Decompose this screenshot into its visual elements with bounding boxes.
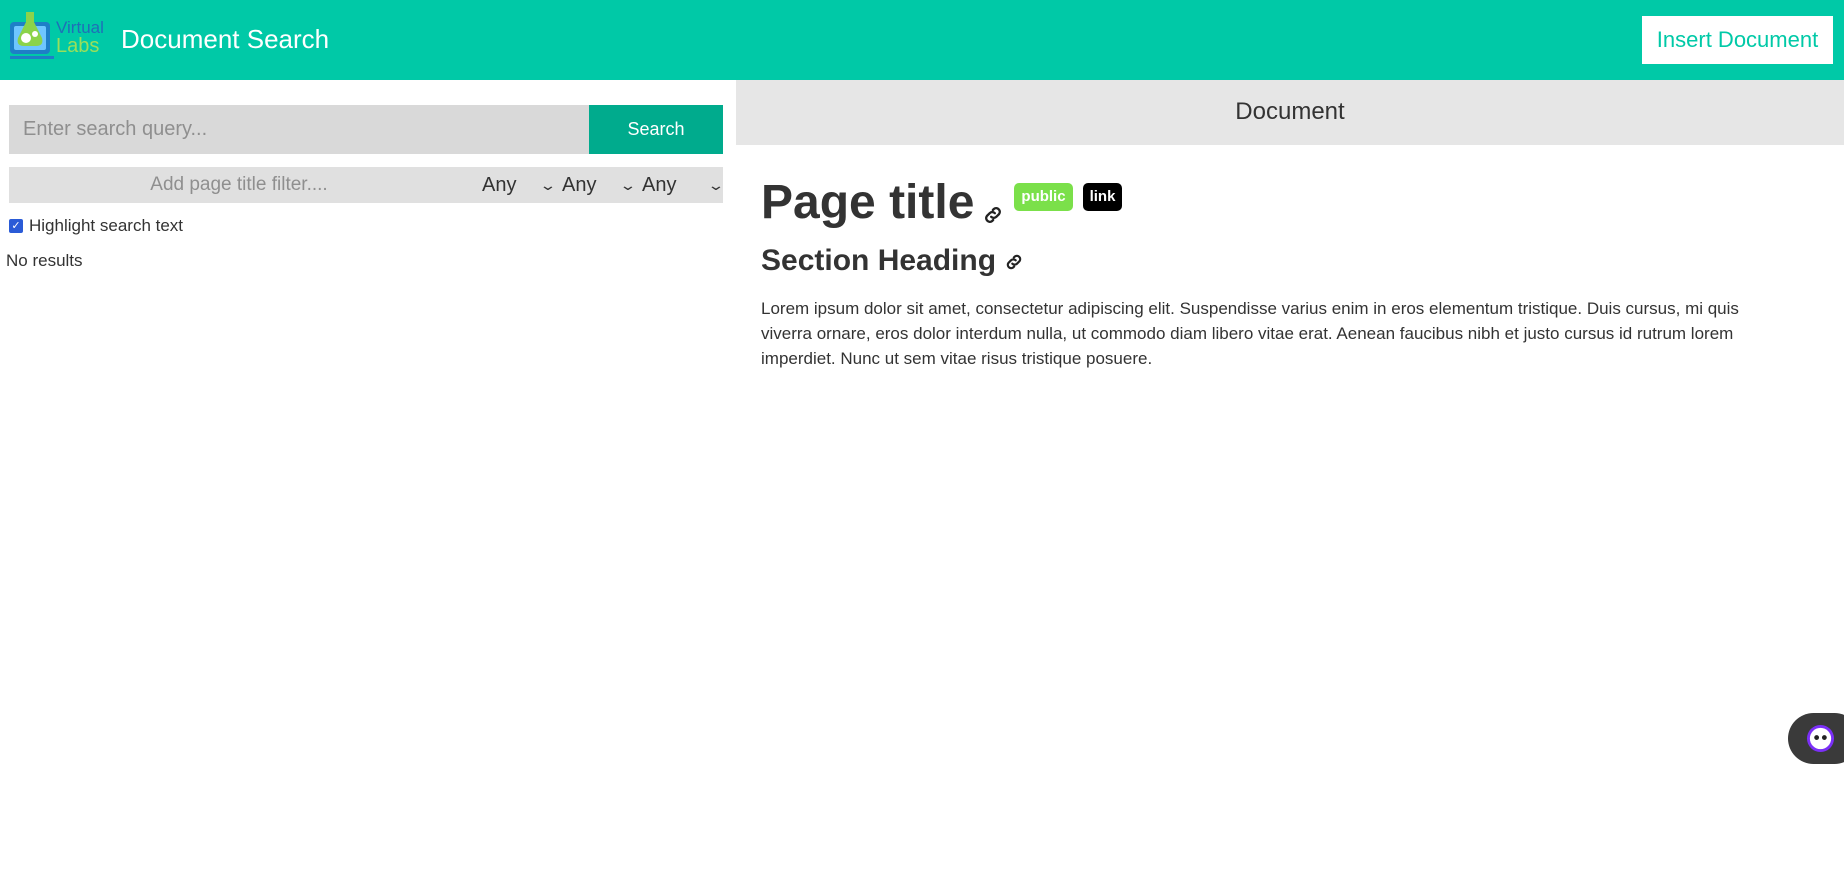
filter-select-2[interactable]: Any ⌄ (562, 167, 637, 203)
page-title-filter-input[interactable] (9, 167, 469, 203)
checkbox-check-icon: ✓ (11, 220, 21, 232)
link-icon[interactable] (1004, 245, 1024, 270)
link-badge: link (1082, 183, 1123, 211)
search-input[interactable] (9, 105, 589, 154)
document-panel-header: Document (736, 80, 1844, 145)
vlabs-logo[interactable]: Virtual Labs (8, 12, 110, 66)
highlight-label: Highlight search text (29, 216, 184, 235)
svg-text:Labs: Labs (56, 35, 99, 57)
insert-document-button[interactable]: Insert Document (1642, 16, 1833, 64)
chevron-down-icon: ⌄ (707, 177, 725, 193)
section-heading-text: Section Heading (761, 244, 997, 277)
filter-select-1[interactable]: Any ⌄ (482, 167, 557, 203)
results-status: No results (6, 251, 83, 270)
page-title-text: Page title (761, 176, 975, 229)
top-bar: Virtual Labs Document Search Insert Docu… (0, 0, 1844, 80)
filter-select-1-value: Any (482, 174, 517, 196)
page-title: Page title public link (761, 174, 1123, 232)
filter-select-3-value: Any (642, 174, 677, 196)
highlight-checkbox[interactable]: ✓ (9, 219, 23, 233)
chatbot-button[interactable] (1788, 713, 1844, 764)
chatbot-icon (1806, 724, 1835, 753)
chevron-down-icon: ⌄ (619, 177, 637, 193)
chevron-down-icon: ⌄ (539, 177, 557, 193)
document-body-text: Lorem ipsum dolor sit amet, consectetur … (761, 299, 1739, 368)
search-button[interactable]: Search (589, 105, 723, 154)
highlight-option: ✓ Highlight search text (9, 216, 183, 236)
filter-select-2-value: Any (562, 174, 597, 196)
app-title: Document Search (121, 24, 330, 54)
public-badge: public (1014, 183, 1073, 211)
link-icon[interactable] (982, 182, 1004, 223)
filter-select-3[interactable]: Any ⌄ (642, 167, 725, 203)
section-heading: Section Heading (761, 243, 1024, 279)
filter-row: Any ⌄ Any ⌄ Any ⌄ (9, 167, 725, 203)
